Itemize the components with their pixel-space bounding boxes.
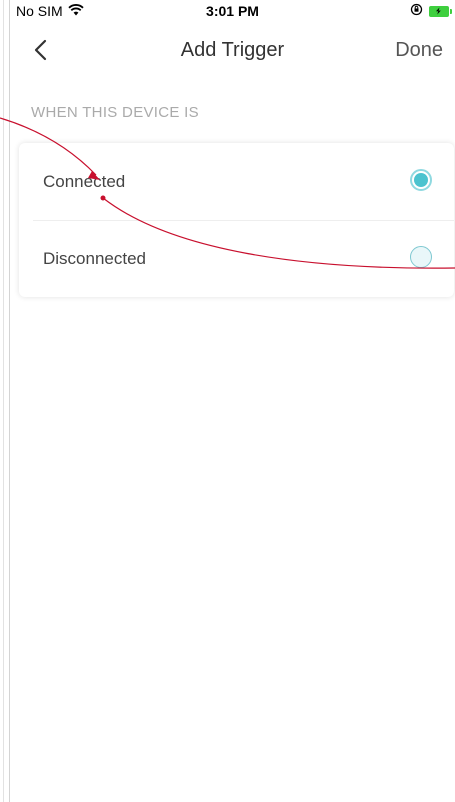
status-bar: No SIM 3:01 PM [10, 0, 455, 22]
radio-selected-icon[interactable] [410, 169, 432, 191]
navigation-bar: Add Trigger Done [10, 22, 455, 78]
option-label: Disconnected [43, 249, 147, 268]
status-time: 3:01 PM [206, 3, 259, 19]
done-button[interactable]: Done [395, 39, 443, 62]
device-frame: No SIM 3:01 PM Add Trigger Done WHEN THI… [0, 0, 455, 802]
page-title: Add Trigger [180, 39, 285, 61]
left-edge-rule [0, 0, 10, 802]
radio-unselected-icon[interactable] [410, 246, 432, 268]
option-disconnected[interactable]: Disconnected [19, 220, 454, 297]
app-screen: No SIM 3:01 PM Add Trigger Done WHEN THI… [10, 0, 455, 802]
option-label: Connected [43, 172, 126, 191]
trigger-options-card: Connected Disconnected [19, 143, 454, 297]
status-right [410, 3, 452, 19]
option-connected[interactable]: Connected [19, 143, 454, 220]
battery-charging-icon [429, 5, 452, 17]
section-header: WHEN THIS DEVICE IS [31, 104, 199, 121]
orientation-lock-icon [410, 3, 423, 19]
